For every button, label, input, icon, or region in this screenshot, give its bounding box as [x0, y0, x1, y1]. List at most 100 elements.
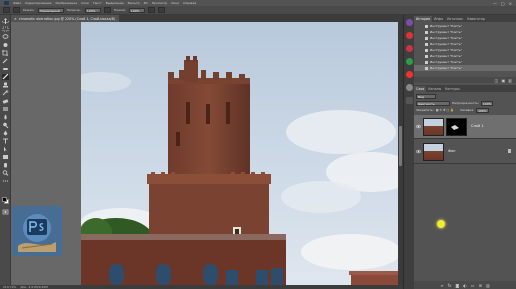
canvas-area[interactable]: [11, 22, 403, 285]
healing-brush-tool-icon[interactable]: [2, 66, 9, 72]
menu-filter[interactable]: Фильтр: [128, 1, 140, 5]
brush-icon: [425, 60, 428, 64]
adjustment-layer-icon[interactable]: ◐: [463, 283, 467, 288]
dodge-tool-icon[interactable]: [2, 122, 9, 128]
mode-select[interactable]: Нормальный: [37, 7, 64, 13]
adobe-icon[interactable]: [406, 19, 413, 26]
layer-mask-thumbnail[interactable]: [446, 118, 467, 136]
layer-name[interactable]: Фон: [448, 149, 455, 153]
layer-row-background[interactable]: Фон: [414, 140, 516, 164]
fill-label: Заливка:: [460, 108, 475, 112]
history-item-current[interactable]: Инструмент "Кисть": [414, 65, 516, 71]
new-layer-icon[interactable]: ⊞: [479, 283, 482, 288]
move-tool-icon[interactable]: [2, 18, 9, 24]
brush-tool-icon[interactable]: [2, 74, 9, 80]
menu-select[interactable]: Выделение: [106, 1, 124, 5]
tab-channels[interactable]: Каналы: [426, 86, 443, 92]
opacity-field[interactable]: 100%: [84, 7, 101, 13]
visibility-eye-icon[interactable]: [416, 149, 421, 154]
brush-preset-icon[interactable]: [3, 7, 10, 13]
layer-opacity-field[interactable]: 100%: [480, 100, 494, 106]
close-button[interactable]: ×: [509, 1, 512, 6]
cursor-highlight: [437, 220, 445, 228]
menu-type[interactable]: Текст: [93, 1, 102, 5]
scrollbar-thumb[interactable]: [399, 126, 402, 166]
type-tool-icon[interactable]: [2, 138, 9, 144]
new-snapshot-icon[interactable]: ◫: [495, 78, 499, 83]
gradient-tool-icon[interactable]: [2, 106, 9, 112]
brush-icon: [425, 66, 428, 70]
add-mask-icon[interactable]: ◙: [455, 283, 459, 288]
blend-mode-select[interactable]: Цветность: [416, 100, 450, 106]
zoom-readout[interactable]: 219,79%: [3, 285, 16, 289]
brush-panel-icon[interactable]: [406, 97, 413, 104]
brush-icon: [425, 54, 428, 58]
lock-label: Закрепить:: [416, 108, 434, 112]
zoom-tool-icon[interactable]: [2, 170, 9, 176]
lock-icons[interactable]: ▦ ✎ ✥ ▢ 🔒: [436, 108, 454, 112]
layers-footer: ∞ fx ◙ ◐ ▭ ⊞ ▥: [414, 281, 516, 289]
layers-empty-area: [414, 181, 516, 281]
clone-stamp-tool-icon[interactable]: [2, 82, 9, 88]
properties-icon[interactable]: [406, 84, 413, 91]
tab-paths[interactable]: Контуры: [443, 86, 462, 92]
minimize-button[interactable]: —: [493, 1, 497, 6]
visibility-eye-icon[interactable]: [416, 124, 421, 129]
more-tools-icon[interactable]: [2, 178, 9, 184]
brush-icon: [425, 48, 428, 52]
photoshop-logo-icon: [4, 1, 9, 5]
foreground-color-swatch[interactable]: [2, 197, 7, 202]
menu-view[interactable]: Просмотр: [152, 1, 167, 5]
brush-icon: [425, 42, 428, 46]
link-layers-icon[interactable]: ∞: [440, 283, 443, 288]
group-icon[interactable]: ▭: [471, 283, 475, 288]
styles-icon[interactable]: [406, 58, 413, 65]
camera-icon[interactable]: ▣: [501, 78, 505, 83]
lock-row: Закрепить: ▦ ✎ ✥ ▢ 🔒 Заливка: 100%: [414, 107, 516, 113]
options-bar: Режим: Нормальный Непрозр.: 100% Нажим: …: [0, 6, 516, 15]
brush-settings-icon[interactable]: [13, 7, 20, 13]
menu-window[interactable]: Окно: [171, 1, 179, 5]
rectangle-tool-icon[interactable]: [2, 154, 9, 160]
pen-tool-icon[interactable]: [2, 130, 9, 136]
pressure-opacity-icon[interactable]: [103, 7, 111, 13]
menu-file[interactable]: Файл: [13, 1, 21, 5]
eraser-tool-icon[interactable]: [2, 98, 9, 104]
path-select-tool-icon[interactable]: [2, 146, 9, 152]
trash-icon[interactable]: ▥: [508, 78, 512, 83]
pressure-size-icon[interactable]: [157, 7, 165, 13]
hand-tool-icon[interactable]: [2, 162, 9, 168]
layer-filter-select[interactable]: Вид: [416, 93, 436, 99]
layer-thumbnail: [423, 143, 444, 161]
crop-tool-icon[interactable]: [2, 50, 9, 56]
color-icon[interactable]: [406, 71, 413, 78]
airbrush-icon[interactable]: [147, 7, 155, 13]
delete-layer-icon[interactable]: ▥: [486, 283, 490, 288]
quick-mask-icon[interactable]: [2, 209, 9, 215]
marquee-tool-icon[interactable]: [2, 26, 9, 32]
close-tab-icon[interactable]: ×: [14, 17, 17, 21]
blur-tool-icon[interactable]: [2, 114, 9, 120]
maximize-button[interactable]: □: [501, 1, 505, 6]
menu-image[interactable]: Изображение: [55, 1, 77, 5]
layer-row-layer1[interactable]: Слой 1: [414, 115, 516, 139]
menu-edit[interactable]: Редактирование: [25, 1, 51, 5]
libraries-icon[interactable]: [406, 32, 413, 39]
layer-style-icon[interactable]: fx: [448, 283, 452, 288]
layer-name[interactable]: Слой 1: [471, 124, 483, 128]
menu-3d[interactable]: 3D: [144, 1, 148, 5]
document-image[interactable]: [81, 22, 398, 285]
flow-field[interactable]: 100%: [128, 7, 145, 13]
document-tab[interactable]: × chromatic aberration.jpg @ 220% (Слой …: [11, 15, 119, 22]
right-panels: История Инфо Источник Навигатор Инструме…: [414, 15, 516, 289]
tab-layers[interactable]: Слои: [414, 86, 427, 92]
menu-help[interactable]: Справка: [183, 1, 196, 5]
fill-field[interactable]: 100%: [476, 107, 489, 113]
history-brush-tool-icon[interactable]: [2, 90, 9, 96]
quick-select-tool-icon[interactable]: [2, 42, 9, 48]
eyedropper-tool-icon[interactable]: [2, 58, 9, 64]
lasso-tool-icon[interactable]: [2, 34, 9, 40]
brush-icon: [425, 24, 428, 28]
menu-layers[interactable]: Слои: [81, 1, 89, 5]
adjustments-icon[interactable]: [406, 45, 413, 52]
